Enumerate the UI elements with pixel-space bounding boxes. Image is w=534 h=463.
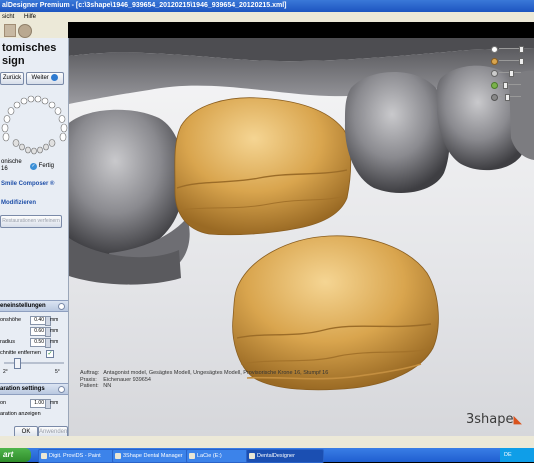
- tooth-label: onische 16: [1, 159, 22, 173]
- setting-input-1[interactable]: 0.40: [30, 316, 46, 325]
- setting-unit-1: mm: [50, 317, 59, 323]
- ok-button-label: OK: [21, 429, 31, 435]
- view-slider-4[interactable]: [491, 82, 525, 89]
- angle-slider-thumb[interactable]: [14, 358, 21, 369]
- view-slider-2[interactable]: [491, 58, 525, 65]
- done-status: ✓ Fertig: [30, 163, 54, 170]
- apply-button[interactable]: Anwenden: [38, 426, 68, 436]
- system-tray[interactable]: DE: [500, 448, 534, 462]
- toolbar: [0, 22, 68, 38]
- prep-unit: mm: [50, 400, 59, 406]
- remove-cuts-label: chnitte entfernen: [0, 350, 41, 356]
- view-slider-1[interactable]: [491, 46, 525, 53]
- angle-slider-track[interactable]: [4, 362, 64, 364]
- panel-title-line1: tomisches: [2, 42, 57, 54]
- task-dental-designer-label: DentalDesigner: [257, 453, 295, 459]
- status-strip: [0, 436, 534, 448]
- prep-input[interactable]: 1.00: [30, 399, 46, 408]
- title-bar: alDesigner Premium - [c:\3shape\1946_939…: [0, 0, 534, 12]
- task-paint[interactable]: Digit. ProviDS - Paint: [38, 449, 118, 463]
- view-slider-3[interactable]: [491, 70, 525, 77]
- left-molar: [69, 109, 184, 257]
- checkmark-icon: ✓: [30, 163, 37, 170]
- model-view-icon: [491, 70, 498, 77]
- show-prep-row: aration anzeigen: [0, 410, 68, 419]
- logo: 3shape◣: [466, 412, 522, 427]
- modify-link[interactable]: Modifizieren: [1, 200, 36, 206]
- prep-label: on: [0, 400, 7, 406]
- start-button[interactable]: art: [0, 448, 31, 462]
- refine-restorations-button[interactable]: Restaurationen verfeinern: [0, 215, 62, 228]
- order-value: Antagonist model, Gesägtes Modell, Unges…: [103, 370, 329, 376]
- crown-view-icon: [491, 58, 498, 65]
- setting-label-3: radius: [0, 339, 15, 345]
- setting-row-2: 0.60 mm: [0, 327, 68, 337]
- menu-view[interactable]: sicht: [2, 14, 14, 20]
- collapse-icon: [58, 303, 65, 310]
- setting-unit-2: mm: [50, 328, 59, 334]
- setting-row-1: onshöhe 0.40 mm: [0, 316, 68, 326]
- arrow-right-icon: [51, 73, 59, 81]
- done-label: Fertig: [38, 163, 55, 169]
- tool-settings-header[interactable]: eneinstellungen: [0, 300, 68, 312]
- setting-input-2[interactable]: 0.60: [30, 327, 46, 336]
- prep-view-icon: [491, 94, 498, 101]
- setting-label-1: onshöhe: [0, 317, 22, 323]
- remove-cuts-row: chnitte entfernen ✓: [0, 349, 68, 358]
- ok-button[interactable]: OK: [14, 426, 38, 436]
- task-paint-label: Digit. ProviDS - Paint: [49, 453, 101, 459]
- remove-cuts-checkbox[interactable]: ✓: [46, 350, 54, 358]
- next-button[interactable]: Weiter: [26, 72, 64, 85]
- smile-composer-link[interactable]: Smile Composer ®: [1, 181, 54, 187]
- tool-circle-icon[interactable]: [18, 24, 32, 38]
- task-dental-designer[interactable]: DentalDesigner: [246, 449, 324, 463]
- back-button-label: Zurück: [2, 75, 22, 81]
- order-info: Auftrag: Antagonist model, Gesägtes Mode…: [80, 370, 332, 390]
- language-indicator: DE: [504, 452, 512, 458]
- apply-button-label: Anwenden: [39, 429, 68, 435]
- start-label: art: [3, 450, 14, 459]
- window-title: alDesigner Premium - [c:\3shape\1946_939…: [2, 2, 287, 9]
- upper-crown: [174, 97, 352, 236]
- taskbar: art Digit. ProviDS - Paint 3Shape Dental…: [0, 448, 534, 463]
- antagonist-view-icon: [491, 82, 498, 89]
- prep-row: on 1.00 mm: [0, 399, 68, 409]
- wizard-panel: tomisches sign Zurück Weiter onische 16 …: [0, 38, 69, 436]
- lower-crown: [232, 235, 439, 391]
- slider-min-label: 2°: [3, 369, 8, 375]
- right-tooth-1: [344, 71, 450, 193]
- tooth-label-line2: 16: [1, 166, 8, 172]
- task-dental-manager[interactable]: 3Shape Dental Manager: [112, 449, 194, 463]
- tool-settings-title: eneinstellungen: [0, 303, 46, 309]
- patient-key: Patient:: [80, 383, 99, 389]
- setting-unit-3: mm: [50, 339, 59, 345]
- view-slider-5[interactable]: [491, 94, 525, 101]
- refine-restorations-label: Restaurationen verfeinern: [2, 218, 60, 224]
- view-controls: [491, 44, 531, 104]
- collapse-icon: [58, 386, 65, 393]
- preparation-settings-header[interactable]: aration settings: [0, 383, 68, 395]
- menu-help[interactable]: Hilfe: [24, 14, 36, 20]
- logo-mark-icon: ◣: [513, 413, 522, 426]
- back-button[interactable]: Zurück: [0, 72, 24, 85]
- task-lacie[interactable]: LaCie (E:): [186, 449, 254, 463]
- slider-max-label: 5°: [55, 369, 60, 375]
- logo-text: 3shape: [466, 412, 514, 427]
- task-lacie-label: LaCie (E:): [197, 453, 222, 459]
- show-prep-label: aration anzeigen: [0, 411, 41, 417]
- task-dental-manager-label: 3Shape Dental Manager: [123, 453, 183, 459]
- preparation-settings-title: aration settings: [0, 386, 45, 392]
- setting-input-3[interactable]: 0.50: [30, 338, 46, 347]
- tool-square-icon[interactable]: [4, 24, 16, 37]
- setting-row-3: radius 0.50 mm: [0, 338, 68, 348]
- menu-bar: sicht Hilfe: [0, 12, 534, 22]
- dental-arch-chart[interactable]: [0, 93, 68, 155]
- panel-title-line2: sign: [2, 55, 25, 67]
- next-button-label: Weiter: [31, 75, 49, 81]
- tooth-label-line1: onische: [1, 159, 22, 165]
- tooth-view-icon: [491, 46, 498, 53]
- patient-value: NN: [103, 383, 112, 389]
